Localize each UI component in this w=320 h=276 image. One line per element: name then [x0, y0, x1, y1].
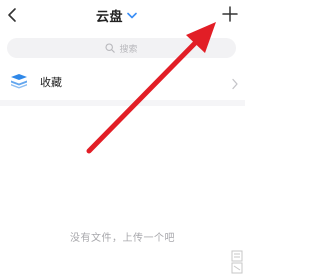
top-bar: 云盘: [0, 0, 245, 30]
title-switcher[interactable]: 云盘: [96, 5, 137, 25]
chevron-right-icon: [231, 75, 239, 90]
watermark-icon: [231, 250, 243, 274]
stack-icon: [10, 73, 28, 89]
search-placeholder: 搜索: [119, 44, 138, 55]
empty-state-text: 没有文件，上传一个吧: [70, 233, 175, 244]
favorites-label: 收藏: [40, 76, 62, 89]
search-icon: [105, 43, 116, 53]
back-button[interactable]: [3, 4, 21, 26]
search-input[interactable]: 搜索: [7, 38, 236, 58]
section-divider: [0, 100, 245, 106]
chevron-down-icon: [127, 11, 137, 19]
plus-icon: [222, 6, 238, 22]
add-button[interactable]: [219, 3, 241, 25]
page-title: 云盘: [96, 9, 124, 25]
chevron-left-icon: [8, 8, 16, 22]
favorites-row[interactable]: 收藏: [0, 66, 245, 96]
